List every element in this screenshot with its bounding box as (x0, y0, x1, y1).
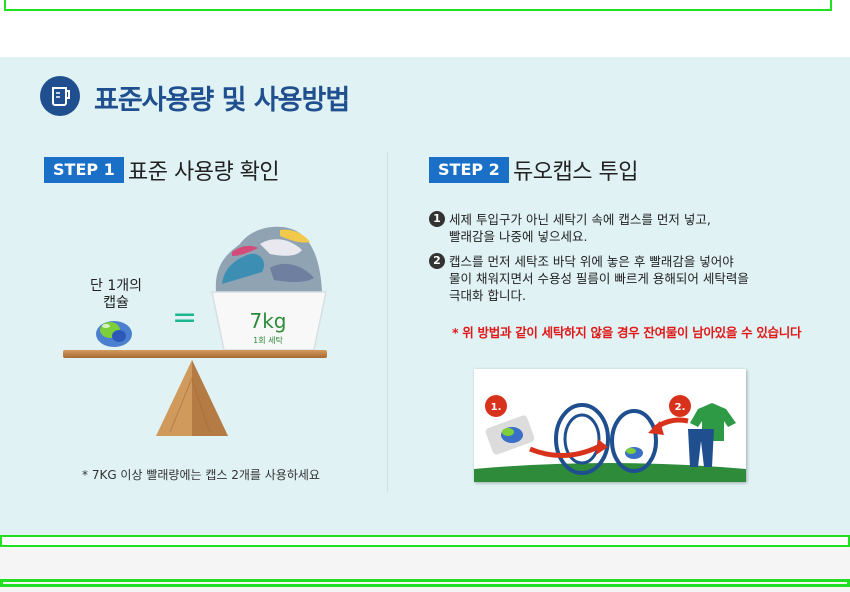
balance-plank (63, 350, 327, 358)
bullet-number-1: 1 (429, 211, 445, 227)
step2-title: 듀오캡스 투입 (513, 160, 638, 185)
warning-note: * 위 방법과 같이 세탁하지 않을 경우 잔여물이 남아있을 수 있습니다 (452, 325, 802, 340)
svg-text:1.: 1. (491, 402, 502, 413)
section-title: 표준사용량 및 사용방법 (94, 85, 350, 116)
step1-title: 표준 사용량 확인 (128, 160, 280, 185)
instruction-illustration: 1. 2. (474, 369, 746, 482)
capsule-icon (96, 321, 132, 347)
balance-fulcrum (156, 360, 228, 436)
weight-sub: 1회 세탁 (253, 335, 283, 345)
laundry-basket: 7kg 1회 세탁 (211, 291, 327, 351)
measuring-cup-icon (40, 76, 80, 116)
capsule-label: 단 1개의 캡슐 (90, 278, 142, 311)
top-highlight-bar (4, 0, 832, 11)
step1-note: * 7KG 이상 빨래량에는 캡스 2개를 사용하세요 (82, 468, 320, 482)
weight-value: 7kg (249, 309, 286, 333)
step2-badge: STEP 2 (429, 157, 509, 183)
drum-icon (554, 403, 658, 475)
capsule-in-hand-icon (485, 415, 535, 455)
step1-badge: STEP 1 (44, 157, 124, 183)
step2-bullet-1: 1 세제 투입구가 아닌 세탁기 속에 캡스를 먼저 넣고, 빨래감을 나중에 … (429, 211, 711, 245)
bottom-highlight-bar (0, 579, 850, 587)
laundry-pile-icon (215, 226, 322, 292)
equals-sign: = (172, 300, 198, 335)
step2-bullet-2: 2 캡스를 먼저 세탁조 바닥 위에 놓은 후 빨래감을 넣어야 물이 채워지면… (429, 253, 749, 304)
svg-text:2.: 2. (675, 402, 686, 413)
step-divider (387, 152, 388, 492)
clothes-icon (688, 403, 736, 467)
mid-highlight-bar (0, 535, 850, 547)
bullet-number-2: 2 (429, 253, 445, 269)
